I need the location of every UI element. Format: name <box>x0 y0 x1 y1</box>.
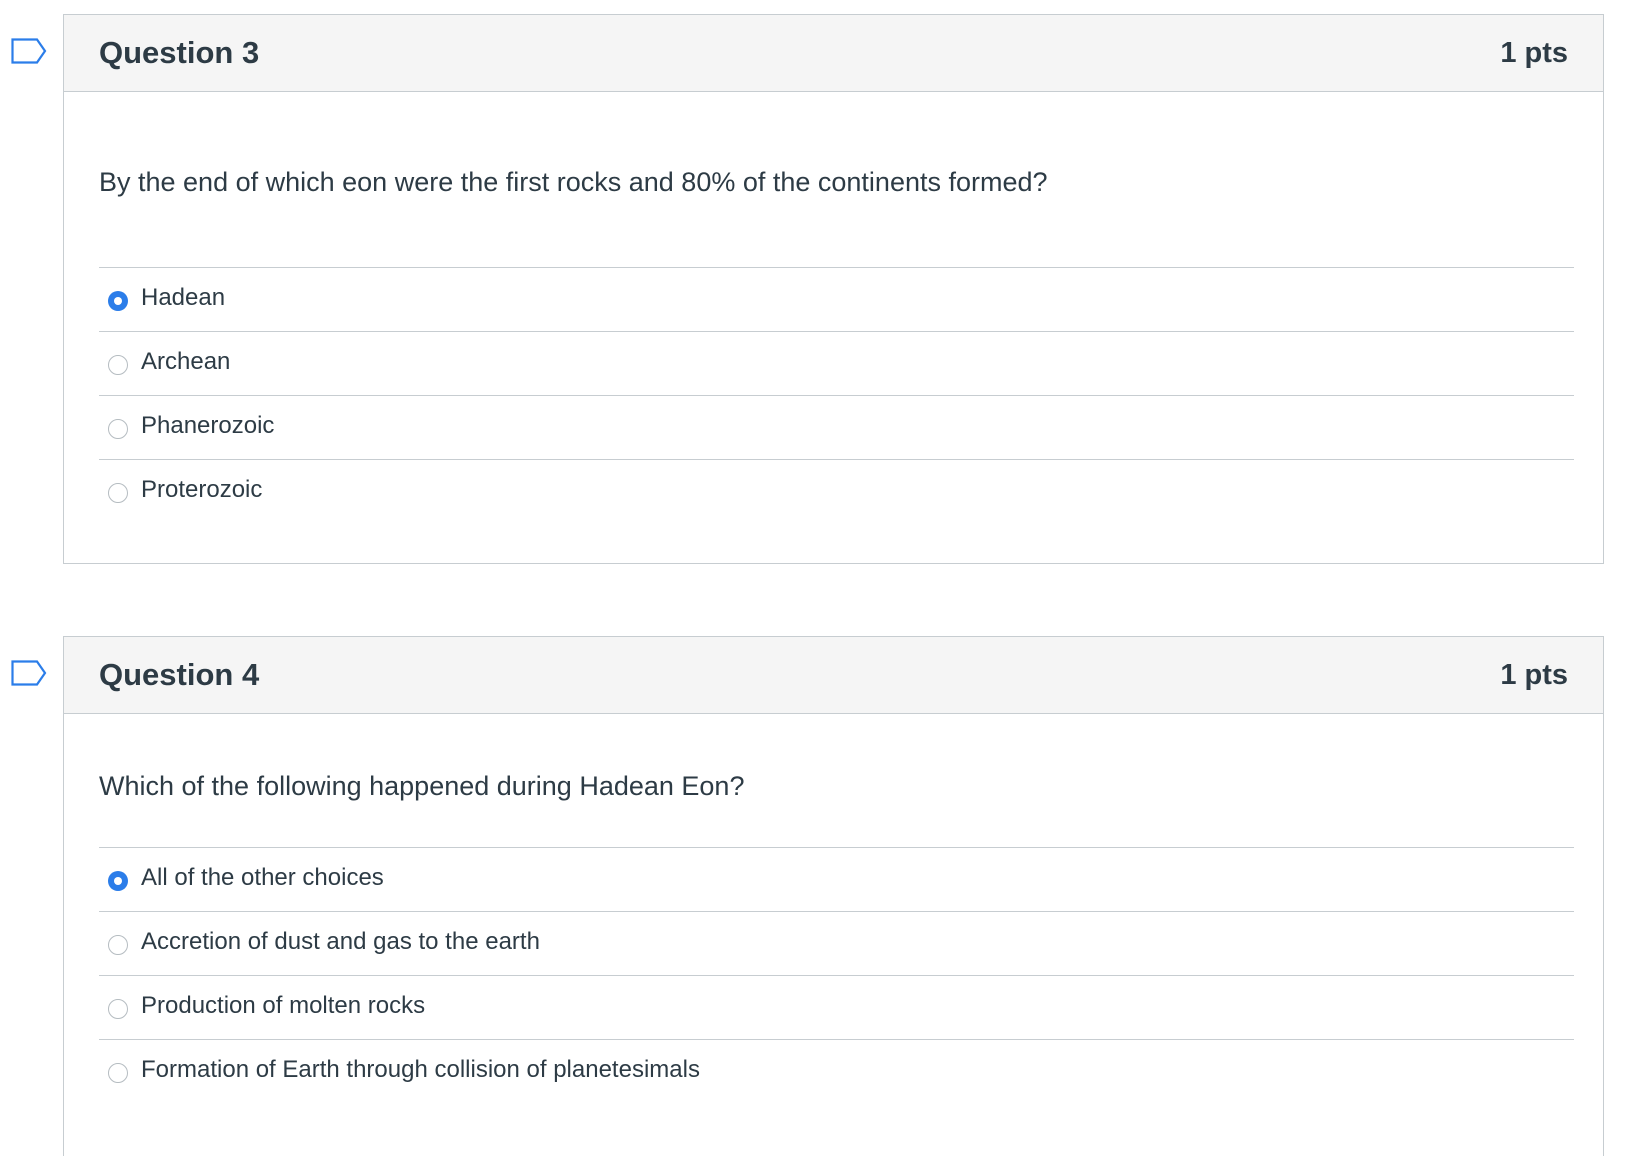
question-3: Question 3 1 pts By the end of which eon… <box>0 14 1639 564</box>
answer-label[interactable]: Production of molten rocks <box>141 992 425 1020</box>
answer-option[interactable]: Accretion of dust and gas to the earth <box>99 911 1574 975</box>
radio-button-selected[interactable] <box>108 291 128 311</box>
answer-label[interactable]: All of the other choices <box>141 864 384 892</box>
radio-button[interactable] <box>108 483 128 503</box>
radio-button[interactable] <box>108 1063 128 1083</box>
question-points: 1 pts <box>1500 659 1568 691</box>
answer-label[interactable]: Archean <box>141 348 230 376</box>
question-title: Question 4 <box>99 657 260 692</box>
answer-option[interactable]: Formation of Earth through collision of … <box>99 1039 1574 1103</box>
question-card: Question 3 1 pts By the end of which eon… <box>63 14 1604 564</box>
answer-list: Hadean Archean Phanerozoic Proterozoic <box>99 267 1574 523</box>
answer-option[interactable]: Phanerozoic <box>99 395 1574 459</box>
answer-option[interactable]: Archean <box>99 331 1574 395</box>
answer-option[interactable]: Production of molten rocks <box>99 975 1574 1039</box>
answer-label[interactable]: Phanerozoic <box>141 412 274 440</box>
answer-label[interactable]: Accretion of dust and gas to the earth <box>141 928 540 956</box>
flag-outline-icon[interactable] <box>11 38 47 64</box>
answer-label[interactable]: Formation of Earth through collision of … <box>141 1056 700 1084</box>
question-card: Question 4 1 pts Which of the following … <box>63 636 1604 1156</box>
answer-list: All of the other choices Accretion of du… <box>99 847 1574 1103</box>
answer-label[interactable]: Hadean <box>141 284 225 312</box>
radio-button[interactable] <box>108 355 128 375</box>
radio-button[interactable] <box>108 935 128 955</box>
flag-outline-icon[interactable] <box>11 660 47 686</box>
radio-button[interactable] <box>108 999 128 1019</box>
question-header: Question 3 1 pts <box>64 15 1603 92</box>
answer-option[interactable]: All of the other choices <box>99 847 1574 911</box>
answer-option[interactable]: Proterozoic <box>99 459 1574 523</box>
question-points: 1 pts <box>1500 37 1568 69</box>
radio-button-selected[interactable] <box>108 871 128 891</box>
radio-button[interactable] <box>108 419 128 439</box>
question-header: Question 4 1 pts <box>64 637 1603 714</box>
answer-label[interactable]: Proterozoic <box>141 476 262 504</box>
answer-option[interactable]: Hadean <box>99 267 1574 331</box>
question-text: Which of the following happened during H… <box>99 771 745 801</box>
question-title: Question 3 <box>99 35 260 70</box>
question-text: By the end of which eon were the first r… <box>99 167 1048 197</box>
question-4: Question 4 1 pts Which of the following … <box>0 636 1639 1156</box>
